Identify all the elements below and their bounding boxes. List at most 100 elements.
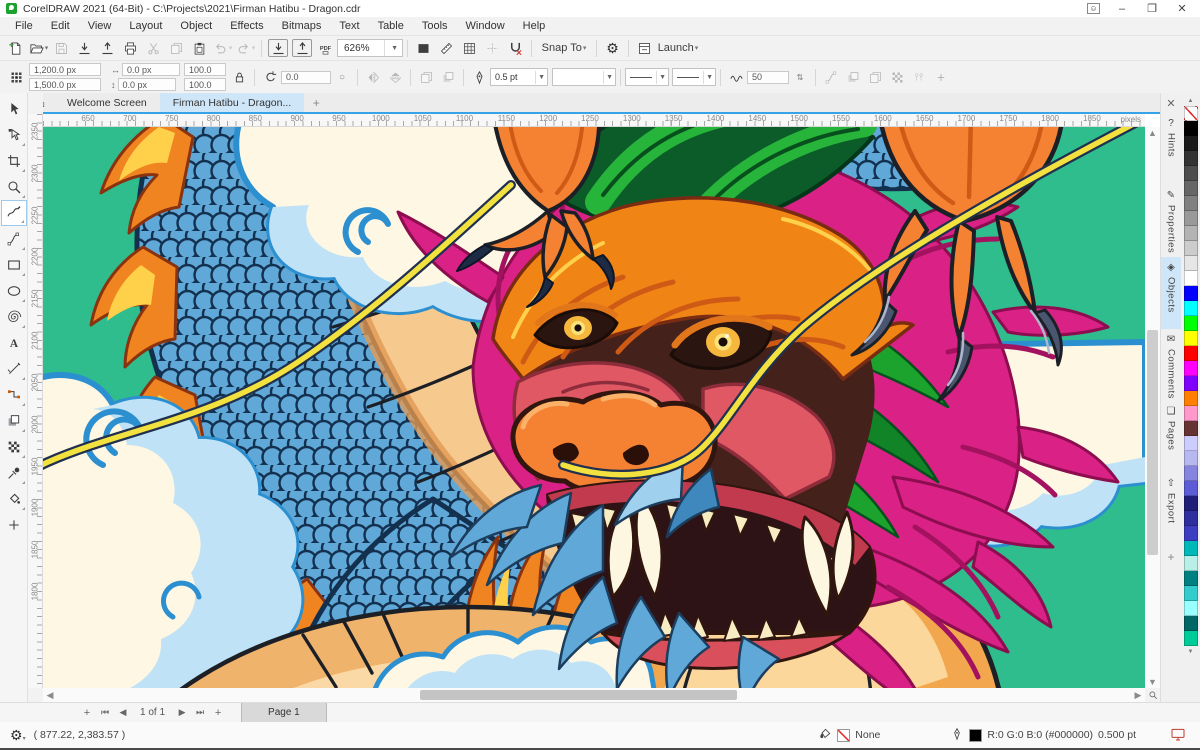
mirror-horizontal-icon[interactable] [362, 66, 384, 88]
palette-swatch[interactable] [1183, 346, 1198, 361]
palette-swatch[interactable] [1183, 316, 1198, 331]
interactive-fill-tool[interactable] [1, 486, 27, 512]
canvas-artwork[interactable] [43, 127, 1145, 688]
minimize-button[interactable]: – [1114, 2, 1130, 16]
palette-swatch[interactable] [1183, 241, 1198, 256]
copy-button[interactable] [165, 38, 188, 59]
snap-off-button[interactable] [504, 38, 527, 59]
close-curve-icon[interactable] [820, 66, 842, 88]
new-document-button[interactable] [4, 38, 27, 59]
horizontal-scrollbar[interactable]: ◀ ▶ [43, 688, 1145, 702]
palette-swatch[interactable] [1183, 391, 1198, 406]
palette-swatch[interactable] [1183, 166, 1198, 181]
zoom-tool[interactable] [1, 174, 27, 200]
scale-y-field[interactable]: 100.0 [184, 78, 226, 91]
dimension-tool[interactable] [1, 356, 27, 382]
redo-button[interactable] [234, 38, 257, 59]
import-arrow-button[interactable] [73, 38, 96, 59]
cut-button[interactable] [142, 38, 165, 59]
stepper-icon[interactable]: ⇅ [789, 66, 811, 88]
menu-edit[interactable]: Edit [42, 17, 79, 35]
object-height-field[interactable]: 0.0 px [117, 78, 176, 91]
vertical-scrollbar[interactable]: ▲ ▼ [1145, 127, 1160, 688]
palette-swatch[interactable] [1183, 256, 1198, 271]
print-button[interactable] [119, 38, 142, 59]
docker-tab-comments[interactable]: ✉ Comments [1161, 329, 1181, 401]
palette-swatch[interactable] [1183, 271, 1198, 286]
arrowhead-end-combo[interactable]: ▼ [672, 68, 716, 86]
menu-object[interactable]: Object [171, 17, 221, 35]
add-page-button[interactable]: + [78, 707, 96, 719]
undo-button[interactable] [211, 38, 234, 59]
line-style-combo[interactable]: ▼ [552, 68, 616, 86]
status-settings-gear-icon[interactable]: ⚙▾ [10, 727, 26, 744]
bezier-tool[interactable] [1, 226, 27, 252]
palette-swatch[interactable] [1183, 151, 1198, 166]
ellipse-tool[interactable] [1, 278, 27, 304]
smoothing-field[interactable]: 50 [747, 70, 789, 84]
eyedropper-tool[interactable] [1, 460, 27, 486]
export-arrow-button[interactable] [96, 38, 119, 59]
menu-help[interactable]: Help [514, 17, 555, 35]
group-icon[interactable] [437, 66, 459, 88]
text-wrap-icon[interactable] [864, 66, 886, 88]
order-icon[interactable] [415, 66, 437, 88]
show-grid-button[interactable] [458, 38, 481, 59]
palette-swatch[interactable] [1183, 301, 1198, 316]
object-position-y-field[interactable]: 1,500.0 px [29, 78, 101, 91]
palette-swatch[interactable] [1183, 616, 1198, 631]
arrowhead-start-combo[interactable]: ▼ [625, 68, 669, 86]
document-tab[interactable]: Welcome Screen [54, 93, 160, 112]
outline-status[interactable]: R:0 G:0 B:0 (#000000) 0.500 pt [950, 727, 1136, 744]
palette-swatch[interactable] [1183, 526, 1198, 541]
docker-tab-hints[interactable]: ? Hints [1161, 113, 1181, 185]
docker-tab-pages[interactable]: ❏ Pages [1161, 401, 1181, 473]
next-page-icon[interactable]: ▶ [173, 707, 191, 718]
palette-swatch[interactable] [1183, 541, 1198, 556]
border-icon[interactable] [886, 66, 908, 88]
menu-bitmaps[interactable]: Bitmaps [273, 17, 331, 35]
vertical-ruler[interactable]: 2350 2300 2250 2200 2150 2100 2050 2000 1950 1900… [28, 114, 43, 688]
palette-swatch[interactable] [1183, 421, 1198, 436]
menu-effects[interactable]: Effects [221, 17, 272, 35]
new-document-tab-button[interactable]: + [304, 93, 328, 112]
prev-page-icon[interactable]: ◀ [114, 707, 132, 718]
options-gear-icon[interactable]: ⚙ [601, 38, 624, 59]
reduce-nodes-icon[interactable] [842, 66, 864, 88]
menu-window[interactable]: Window [457, 17, 514, 35]
paste-button[interactable] [188, 38, 211, 59]
import-button[interactable] [268, 39, 288, 57]
palette-scroll-up-icon[interactable]: ▲ [1181, 95, 1200, 106]
zoom-corner-button[interactable] [1145, 688, 1160, 702]
menu-text[interactable]: Text [330, 17, 368, 35]
launch-icon[interactable] [633, 38, 656, 59]
menu-tools[interactable]: Tools [413, 17, 457, 35]
object-width-field[interactable]: 0.0 px [122, 63, 180, 76]
menu-view[interactable]: View [79, 17, 121, 35]
palette-scroll-down-icon[interactable]: ▼ [1181, 646, 1200, 657]
pick-tool[interactable] [1, 96, 27, 122]
palette-swatch[interactable] [1183, 631, 1198, 646]
page-tab[interactable]: Page 1 [241, 702, 327, 723]
palette-swatch[interactable] [1183, 466, 1198, 481]
palette-swatch[interactable] [1183, 511, 1198, 526]
horizontal-ruler[interactable]: pixels 650 700 750 800 850 900 950 1000 1050 1100… [43, 114, 1145, 127]
palette-swatch[interactable] [1183, 571, 1198, 586]
show-rulers-button[interactable] [435, 38, 458, 59]
object-origin-icon[interactable] [5, 66, 27, 88]
palette-swatch[interactable] [1183, 286, 1198, 301]
docker-add-button[interactable]: + [1161, 545, 1181, 569]
launch-dropdown[interactable]: Launch [656, 38, 700, 59]
palette-swatch[interactable] [1183, 496, 1198, 511]
palette-swatch[interactable] [1183, 481, 1198, 496]
snap-to-dropdown[interactable]: Snap To [536, 38, 592, 59]
shape-tool[interactable] [1, 122, 27, 148]
add-tools[interactable] [1, 512, 27, 538]
palette-swatch[interactable] [1183, 226, 1198, 241]
docker-tab-export[interactable]: ⇧ Export [1161, 473, 1181, 545]
scale-x-field[interactable]: 100.0 [184, 63, 226, 76]
last-page-icon[interactable]: ⏭ [191, 707, 209, 718]
palette-swatch[interactable] [1183, 376, 1198, 391]
rotation-angle-field[interactable]: 0.0 [281, 70, 331, 84]
palette-swatch[interactable] [1183, 181, 1198, 196]
